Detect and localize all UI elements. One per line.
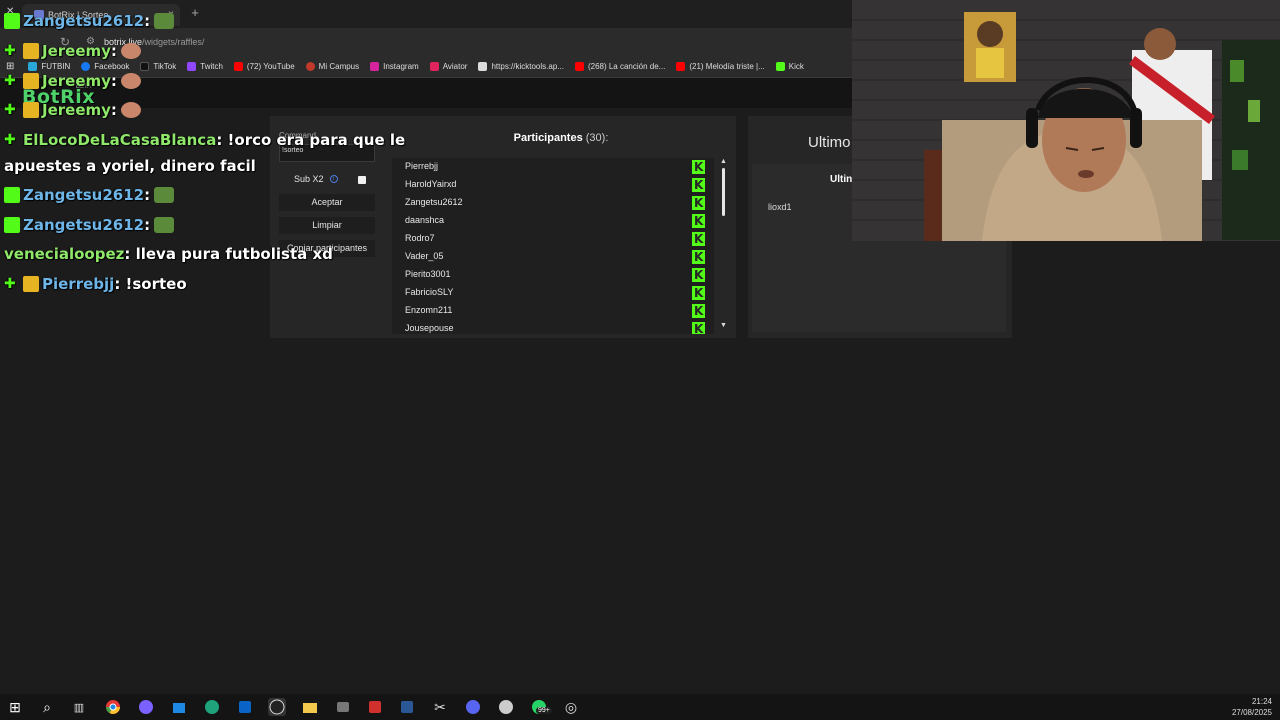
scroll-down-icon[interactable]: ▼ [720, 322, 727, 329]
emote-icon [154, 13, 175, 29]
chat-overlay: Zangetsu2612 : ✚ Jereemy : ✚ Jereemy : ✚… [0, 0, 420, 320]
chat-message: Zangetsu2612 : [4, 12, 175, 30]
chat-message: Zangetsu2612 : [4, 186, 175, 204]
plus-badge-icon: ✚ [4, 276, 16, 292]
webcam-overlay [852, 0, 1280, 241]
emote-icon [154, 187, 175, 203]
kick-icon [692, 232, 705, 246]
red-app-icon[interactable] [366, 698, 384, 716]
windows-start-icon[interactable]: ⊞ [6, 698, 24, 716]
app-ring-icon[interactable]: ◎ [562, 698, 580, 716]
word-icon[interactable] [398, 698, 416, 716]
edge-icon[interactable] [203, 698, 221, 716]
participants-list[interactable]: Pierrebjj HaroldYairxd Zangetsu2612 daan… [392, 158, 714, 334]
bookmark-kicktools[interactable]: https://kicktools.ap... [478, 62, 564, 71]
chat-message: Zangetsu2612 : [4, 216, 175, 234]
copilot-icon[interactable] [137, 698, 155, 716]
kick-icon [692, 250, 705, 264]
capcut-icon[interactable]: ✂ [431, 698, 449, 716]
list-item: FabricioSLY [392, 284, 714, 302]
system-clock[interactable]: 21:24 27/08/2025 [1232, 696, 1272, 718]
chat-message: ✚ Jereemy : [4, 72, 141, 90]
kick-badge-icon [4, 13, 20, 29]
kick-badge-icon [4, 217, 20, 233]
bookmark-youtube-song[interactable]: (268) La canción de... [574, 62, 665, 71]
clock-time: 21:24 [1251, 697, 1272, 706]
kick-icon [692, 268, 705, 282]
chat-message: ✚ Pierrebjj : !sorteo [4, 275, 187, 293]
kick-icon [692, 178, 705, 192]
screen: ✕ BotRix | Sorteo × + ↻ ⚙ botrix.live/wi… [0, 0, 1280, 720]
list-item: Zangetsu2612 [392, 194, 714, 212]
chat-message: ✚ Jereemy : [4, 101, 141, 119]
chat-message: venecialoopez : lleva pura futbolista xd [4, 245, 333, 263]
list-item: HaroldYairxd [392, 176, 714, 194]
last-winner-name: lioxd1 [768, 202, 792, 212]
plus-badge-icon: ✚ [4, 43, 16, 59]
face-emote-icon [120, 73, 141, 89]
kick-icon [692, 322, 705, 334]
participants-panel: Participantes (30): Pierrebjj HaroldYair… [386, 116, 736, 338]
sub-badge-icon [23, 276, 39, 292]
sub-badge-icon [23, 73, 39, 89]
plus-badge-icon: ✚ [4, 73, 16, 89]
file-explorer-icon[interactable] [301, 698, 319, 716]
sub-badge-icon [23, 43, 39, 59]
kick-icon [692, 286, 705, 300]
kick-icon [692, 160, 705, 174]
kick-badge-icon [4, 187, 20, 203]
plus-badge-icon: ✚ [4, 102, 16, 118]
app-icon[interactable] [334, 698, 352, 716]
list-item: Vader_05 [392, 248, 714, 266]
bookmark-kick[interactable]: Kick [775, 62, 804, 71]
plus-badge-icon: ✚ [4, 132, 16, 148]
ultimo-title: Ultimo [808, 134, 851, 151]
emote-icon [154, 217, 175, 233]
list-item: Jousepouse [392, 320, 714, 334]
webcam-image [852, 0, 1280, 241]
chat-message-continued: apuestes a yoriel, dinero facil [4, 157, 256, 175]
chrome-icon[interactable] [104, 698, 122, 716]
search-icon[interactable]: ⌕ [38, 698, 56, 716]
task-view-icon[interactable]: ▥ [70, 698, 88, 716]
discord-icon[interactable] [464, 698, 482, 716]
participants-scrollbar[interactable]: ▲ ▼ [718, 158, 728, 332]
game-icon[interactable] [497, 698, 515, 716]
store-icon[interactable] [170, 698, 188, 716]
list-item: Enzomn211 [392, 302, 714, 320]
whatsapp-badge: 99+ [536, 707, 552, 714]
kick-icon [692, 214, 705, 228]
ultimo-subtitle: Ultin [830, 174, 853, 185]
chat-message: ✚ ElLocoDeLaCasaBlanca : !orco era para … [4, 131, 406, 149]
participants-title: Participantes (30): [513, 132, 609, 144]
sub-badge-icon [23, 102, 39, 118]
obs-icon[interactable] [268, 698, 286, 716]
face-emote-icon [120, 43, 141, 59]
scroll-up-icon[interactable]: ▲ [720, 158, 727, 165]
kick-icon [692, 196, 705, 210]
outlook-icon[interactable] [236, 698, 254, 716]
list-item: Pierito3001 [392, 266, 714, 284]
taskbar: ⊞ ⌕ ▥ ✂ 99+ ◎ 21:24 27/08/2025 [0, 694, 1280, 720]
list-item: Pierrebjj [392, 158, 714, 176]
clock-date: 27/08/2025 [1231, 708, 1272, 717]
face-emote-icon [120, 102, 141, 118]
list-item: Rodro7 [392, 230, 714, 248]
bookmark-youtube-melodia[interactable]: (21) Melodía triste |... [676, 62, 765, 71]
chat-message: ✚ Jereemy : [4, 42, 141, 60]
list-item: daanshca [392, 212, 714, 230]
bookmark-aviator[interactable]: Aviator [429, 62, 467, 71]
kick-icon [692, 304, 705, 318]
scroll-thumb[interactable] [722, 168, 725, 216]
